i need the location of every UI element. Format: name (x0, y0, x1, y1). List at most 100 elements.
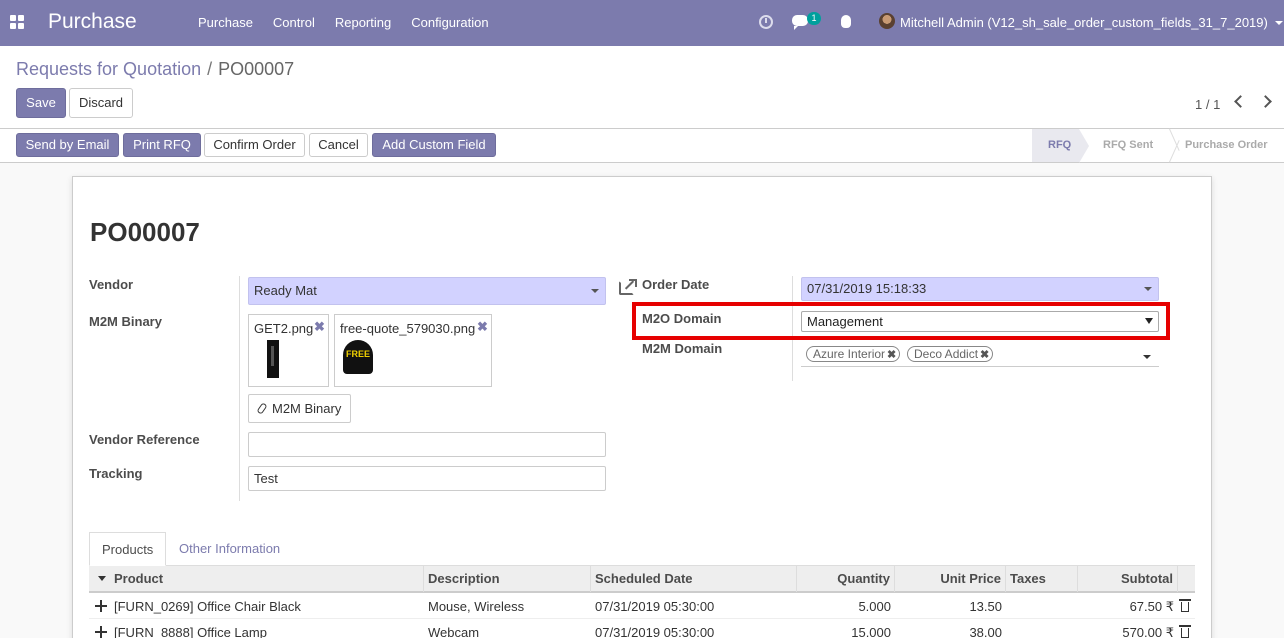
print-rfq-button[interactable]: Print RFQ (123, 133, 201, 157)
highlight-box (632, 302, 1170, 340)
order-date-field[interactable]: 07/31/2019 15:18:33 (801, 277, 1159, 301)
cell-scheduled-date: 07/31/2019 05:30:00 (595, 625, 715, 638)
save-button[interactable]: Save (16, 88, 66, 118)
vendor-field[interactable]: Ready Mat (248, 277, 606, 305)
file-thumbnail (267, 340, 279, 378)
cell-taxes (1006, 620, 1078, 638)
paperclip-icon (256, 402, 268, 415)
sort-caret-icon[interactable] (98, 576, 106, 581)
stage-arrow (1079, 129, 1089, 163)
stage-divider (1169, 129, 1183, 162)
tags-dropdown-icon[interactable] (1143, 355, 1151, 359)
menu-item-reporting[interactable]: Reporting (325, 15, 401, 30)
cell-unit-price: 13.50 (969, 599, 1002, 614)
table-header: Product Description Scheduled Date Quant… (89, 566, 1195, 593)
table-row[interactable]: [FURN_8888] Office Lamp Webcam 07/31/201… (89, 620, 1195, 638)
add-m2m-binary-button[interactable]: M2M Binary (248, 394, 351, 423)
file-thumbnail: FREE (343, 340, 373, 374)
breadcrumb: Requests for Quotation / PO00007 (16, 59, 294, 80)
breadcrumb-separator: / (207, 59, 213, 79)
menu-item-purchase[interactable]: Purchase (188, 15, 263, 30)
external-link-icon[interactable] (619, 279, 637, 295)
user-caret-icon[interactable] (1275, 21, 1283, 25)
app-name: Purchase (48, 10, 137, 33)
column-quantity[interactable]: Quantity (797, 566, 895, 592)
vendor-value: Ready Mat (254, 283, 317, 298)
tag-azure-interior: Azure Interior ✖ (806, 346, 901, 362)
chat-badge: 1 (807, 12, 821, 25)
remove-file-icon[interactable]: ✖ (314, 319, 325, 335)
pager-value: 1 / 1 (1195, 97, 1221, 112)
tag-label: Deco Addict (914, 347, 979, 361)
user-menu[interactable]: Mitchell Admin (V12_sh_sale_order_custom… (900, 15, 1268, 30)
drag-handle-icon[interactable] (95, 626, 107, 638)
m2m-domain-field[interactable]: Azure Interior ✖ Deco Addict ✖ (801, 342, 1159, 367)
discard-button[interactable]: Discard (69, 88, 133, 118)
menu-item-control[interactable]: Control (263, 15, 325, 30)
cell-description: Mouse, Wireless (428, 599, 525, 614)
cell-quantity: 15.000 (851, 625, 891, 638)
cell-unit-price: 38.00 (969, 625, 1002, 638)
column-unit-price[interactable]: Unit Price (895, 566, 1006, 592)
activity-clock-icon[interactable] (759, 15, 773, 29)
thumbnail-text: FREE (345, 349, 370, 359)
cell-description: Webcam (428, 625, 480, 638)
top-navbar: Purchase Purchase Control Reporting Conf… (0, 0, 1284, 46)
file-card-get2[interactable]: GET2.png ✖ (248, 314, 329, 387)
stage-rfq[interactable]: RFQ (1032, 129, 1079, 162)
avatar[interactable] (879, 13, 895, 29)
vendor-reference-field[interactable] (248, 432, 606, 457)
add-custom-field-button[interactable]: Add Custom Field (372, 133, 496, 157)
cell-product: [FURN_8888] Office Lamp (114, 625, 267, 638)
cell-subtotal: 67.50 ₹ (1129, 599, 1174, 614)
file-name: GET2.png (254, 321, 314, 336)
table-row[interactable]: [FURN_0269] Office Chair Black Mouse, Wi… (89, 594, 1195, 619)
cancel-button[interactable]: Cancel (309, 133, 368, 157)
remove-tag-icon[interactable]: ✖ (978, 349, 989, 361)
tracking-field[interactable]: Test (248, 466, 606, 491)
remove-tag-icon[interactable]: ✖ (885, 349, 896, 361)
order-date-dropdown-icon[interactable] (1144, 287, 1152, 291)
cell-taxes (1006, 594, 1078, 619)
tab-products[interactable]: Products (89, 532, 167, 566)
delete-row-icon[interactable] (1179, 625, 1191, 638)
m2m-binary-label: M2M Binary (89, 314, 162, 329)
remove-file-icon[interactable]: ✖ (477, 319, 488, 335)
file-card-free-quote[interactable]: free-quote_579030.png ✖ FREE (334, 314, 492, 387)
column-product[interactable]: Product (110, 566, 424, 592)
apps-menu-icon[interactable] (10, 15, 24, 29)
debug-bug-icon[interactable] (841, 15, 851, 28)
page-title: PO00007 (90, 217, 200, 247)
control-panel: Requests for Quotation / PO00007 Save Di… (0, 46, 1284, 129)
tracking-label: Tracking (89, 466, 143, 481)
pager-next-icon[interactable] (1259, 95, 1272, 108)
column-scheduled-date[interactable]: Scheduled Date (591, 566, 797, 592)
chat-icon[interactable] (792, 15, 808, 30)
confirm-order-button[interactable]: Confirm Order (204, 133, 305, 157)
drag-handle-icon[interactable] (95, 600, 107, 612)
breadcrumb-current: PO00007 (218, 59, 295, 79)
add-m2m-binary-label: M2M Binary (272, 401, 342, 416)
cell-subtotal: 570.00 ₹ (1122, 625, 1174, 638)
stage-purchase-order[interactable]: Purchase Order (1185, 129, 1268, 162)
tab-other-information[interactable]: Other Information (167, 532, 292, 566)
menu-item-configuration[interactable]: Configuration (401, 15, 498, 30)
main-menu: Purchase Control Reporting Configuration (188, 15, 499, 30)
delete-row-icon[interactable] (1179, 599, 1191, 612)
column-description[interactable]: Description (424, 566, 591, 592)
tag-deco-addict: Deco Addict ✖ (907, 346, 994, 362)
stage-rfq-sent[interactable]: RFQ Sent (1103, 129, 1153, 162)
order-date-value: 07/31/2019 15:18:33 (807, 281, 927, 296)
vendor-reference-label: Vendor Reference (89, 432, 200, 447)
send-by-email-button[interactable]: Send by Email (16, 133, 119, 157)
column-taxes[interactable]: Taxes (1006, 566, 1078, 592)
order-date-label: Order Date (642, 277, 710, 292)
vendor-label: Vendor (89, 277, 134, 292)
vendor-dropdown-icon[interactable] (591, 289, 599, 293)
pager-previous-icon[interactable] (1234, 95, 1247, 108)
m2m-domain-label: M2M Domain (642, 341, 723, 356)
column-subtotal[interactable]: Subtotal (1078, 566, 1178, 592)
cell-scheduled-date: 07/31/2019 05:30:00 (595, 599, 715, 614)
breadcrumb-parent[interactable]: Requests for Quotation (16, 59, 201, 80)
cell-quantity: 5.000 (858, 599, 891, 614)
